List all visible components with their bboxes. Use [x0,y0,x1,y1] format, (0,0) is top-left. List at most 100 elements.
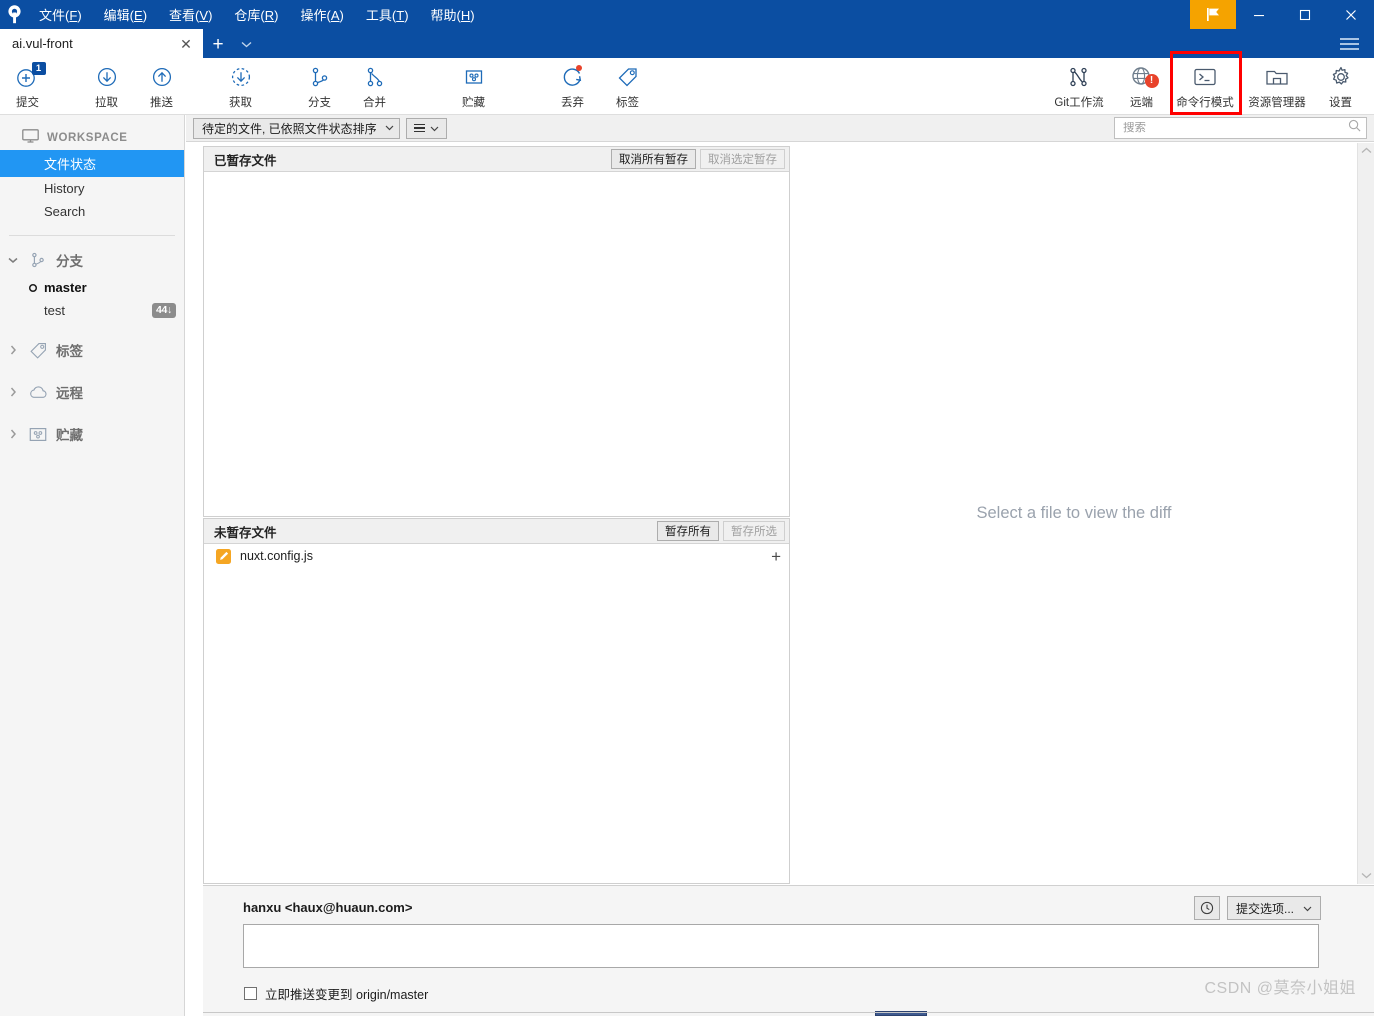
search-icon [1348,119,1361,137]
chevron-right-icon[interactable] [6,387,20,397]
toolbar-tag-button[interactable]: 标签 [600,58,655,115]
fetch-dashed-circle-icon [229,64,253,90]
push-immediately-label: 立即推送变更到 origin/master [265,988,429,1002]
toolbar-merge-label: 合并 [363,97,386,109]
chevron-down-icon[interactable] [236,33,256,55]
unstaged-files-list[interactable]: nuxt.config.js + [204,544,789,568]
menu-edit[interactable]: 编辑(E) [93,1,158,28]
stage-all-button[interactable]: 暂存所有 [657,521,719,541]
toolbar-pull-label: 拉取 [95,97,118,109]
modified-pencil-icon [216,548,231,564]
maximize-icon[interactable] [1282,0,1328,29]
diff-empty-message: Select a file to view the diff [976,504,1172,522]
toolbar-discard-button[interactable]: 丢弃 [545,58,600,115]
menu-view[interactable]: 查看(V) [158,1,223,28]
stage-selected-button[interactable]: 暂存所选 [723,521,785,541]
flag-icon[interactable] [1190,0,1236,29]
commit-options-button[interactable]: 提交选项... [1226,896,1321,920]
tab-ai-vul-front[interactable]: ai.vul-front ✕ [0,29,203,58]
staged-panel-header: 已暂存文件 取消所有暂存 取消选定暂存 [204,147,789,172]
push-immediately-row[interactable]: 立即推送变更到 origin/master [244,984,428,1003]
sourcetree-window: 文件(F) 编辑(E) 查看(V) 仓库(R) 操作(A) 工具(T) 帮助(H… [0,0,1374,1016]
filter-bar: 待定的文件, 已依照文件状态排序 [186,115,1374,142]
window-controls [1190,0,1374,29]
chevron-down-icon [385,123,394,133]
chevron-down-icon[interactable] [1361,868,1372,884]
sidebar-item-history[interactable]: History [0,177,184,200]
chevron-right-icon[interactable] [6,345,20,355]
toolbar-gitflow-button[interactable]: Git工作流 [1044,58,1114,115]
file-filter-dropdown[interactable]: 待定的文件, 已依照文件状态排序 [193,117,400,139]
sidebar-group-tags[interactable]: 标签 [0,334,184,366]
sidebar-divider [9,235,175,236]
diff-vertical-scrollbar[interactable] [1357,143,1374,884]
plus-icon[interactable]: + [771,548,781,565]
list-item[interactable]: nuxt.config.js + [204,544,789,568]
chevron-up-icon[interactable] [1361,143,1372,159]
stash-box-icon [462,64,486,90]
current-branch-dot-icon [22,283,44,293]
sidebar-group-remotes-label: 远程 [56,386,83,401]
toolbar-terminal-label: 命令行模式 [1176,97,1234,109]
toolbar-stash-button[interactable]: 贮藏 [446,58,501,115]
menu-file[interactable]: 文件(F) [28,1,93,28]
toolbar-tag-label: 标签 [616,97,639,109]
unstaged-panel-title: 未暂存文件 [214,525,277,540]
commit-message-box[interactable] [243,924,1319,968]
plus-icon[interactable]: + [207,33,229,55]
sidebar-branch-test[interactable]: test 44↓ [0,299,184,322]
hamburger-menu-icon[interactable] [1334,34,1364,54]
push-immediately-checkbox[interactable] [244,987,257,1000]
main-toolbar: 1 提交 拉取 推送 获取 分支 合并 贮藏 丢弃 标签 Git工作流 ! 远端… [0,58,1374,115]
toolbar-terminal-button[interactable]: 命令行模式 [1169,58,1241,115]
branch-behind-badge: 44↓ [151,303,176,318]
view-mode-button[interactable] [405,117,447,139]
toolbar-commit-button[interactable]: 1 提交 [0,58,55,115]
chevron-down-icon[interactable] [6,257,20,264]
unstaged-files-panel: 未暂存文件 暂存所有 暂存所选 nuxt.config.js + [203,518,790,884]
sidebar-workspace-header: WORKSPACE [0,125,184,150]
sidebar-branch-name: master [44,280,87,295]
sidebar-group-branches[interactable]: 分支 [0,244,184,276]
unstage-selected-button[interactable]: 取消选定暂存 [700,149,785,169]
tab-label: ai.vul-front [12,36,73,51]
tag-icon [616,64,640,90]
toolbar-branch-button[interactable]: 分支 [292,58,347,115]
chevron-down-icon [1303,901,1312,915]
arrow-down-circle-icon [95,64,119,90]
search-box[interactable] [1114,117,1367,139]
search-input[interactable] [1123,122,1348,134]
discard-alert-dot [575,65,582,71]
toolbar-merge-button[interactable]: 合并 [347,58,402,115]
close-icon[interactable]: ✕ [177,35,195,53]
diff-pane: Select a file to view the diff [791,143,1357,884]
menu-repository[interactable]: 仓库(R) [223,1,289,28]
sidebar-group-stashes[interactable]: 贮藏 [0,418,184,450]
commit-message-input[interactable] [244,925,1318,967]
branch-icon [308,64,332,90]
toolbar-right-group: Git工作流 ! 远端 命令行模式 资源管理器 设置 [1044,58,1368,115]
menu-tools[interactable]: 工具(T) [355,1,420,28]
unstage-all-button[interactable]: 取消所有暂存 [611,149,696,169]
sidebar-group-remotes[interactable]: 远程 [0,376,184,408]
sidebar-item-search[interactable]: Search [0,200,184,223]
clock-icon[interactable] [1193,896,1220,920]
commit-area: hanxu <haux@huaun.com> 提交选项... 立即推送变更到 o… [203,885,1374,1016]
close-icon[interactable] [1328,0,1374,29]
unstaged-panel-buttons: 暂存所有 暂存所选 [657,521,785,541]
toolbar-fetch-button[interactable]: 获取 [213,58,268,115]
toolbar-remote-button[interactable]: ! 远端 [1114,58,1169,115]
sidebar-item-file-status[interactable]: 文件状态 [0,150,184,177]
chevron-down-icon [430,119,439,137]
toolbar-pull-button[interactable]: 拉取 [79,58,134,115]
toolbar-explorer-button[interactable]: 资源管理器 [1241,58,1313,115]
toolbar-push-button[interactable]: 推送 [134,58,189,115]
menu-actions[interactable]: 操作(A) [290,1,355,28]
menu-help[interactable]: 帮助(H) [420,1,486,28]
git-flow-icon [1066,64,1092,90]
minimize-icon[interactable] [1236,0,1282,29]
toolbar-settings-button[interactable]: 设置 [1313,58,1368,115]
sidebar-branch-master[interactable]: master [0,276,184,299]
chevron-right-icon[interactable] [6,429,20,439]
terminal-icon [1192,64,1218,90]
